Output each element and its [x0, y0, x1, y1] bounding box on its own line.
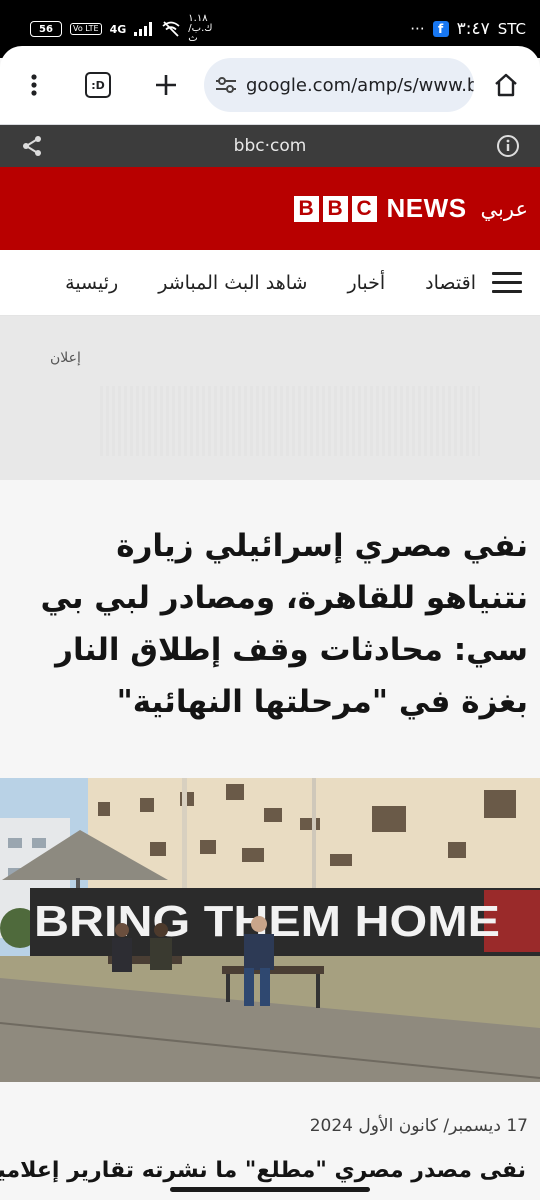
article-headline: نفي مصري إسرائيلي زيارة نتنياهو للقاهرة،…	[40, 528, 528, 720]
bbc-logo-block: C	[351, 195, 377, 222]
plus-icon	[156, 75, 176, 95]
bbc-logo-block: B	[293, 195, 319, 222]
info-button[interactable]	[496, 134, 520, 162]
address-bar[interactable]: google.com/amp/s/www.bbc	[204, 58, 474, 112]
share-icon	[23, 136, 41, 156]
status-right: ··· f ٣:٤٧ STC	[410, 19, 526, 39]
wifi-off-icon	[162, 21, 180, 37]
home-icon	[495, 73, 517, 97]
new-tab-button[interactable]	[146, 65, 186, 105]
ad-label: إعلان	[50, 350, 81, 366]
article-lead: نفى مصدر مصري "مطلع" ما نشرته تقارير إعل…	[0, 1158, 526, 1183]
share-button[interactable]	[20, 134, 44, 162]
article-photo: BRING THEM HOME	[0, 778, 540, 1082]
amp-domain[interactable]: bbc·com	[234, 136, 307, 156]
home-indicator[interactable]	[170, 1187, 370, 1192]
url-text: google.com/amp/s/www.bbc	[246, 74, 474, 96]
bbc-header: B B C NEWS عربي	[0, 167, 540, 250]
tab-switcher-button[interactable]: :D	[78, 65, 118, 105]
nav-fade	[0, 250, 40, 315]
nav-item-news[interactable]: أخبار	[347, 272, 385, 294]
browser-toolbar: :D google.com/amp/s/www.bbc	[0, 46, 540, 124]
advertisement: إعلان	[0, 316, 540, 480]
article-image: BRING THEM HOME	[0, 778, 540, 1082]
signal-icon	[134, 22, 153, 36]
tab-count: :D	[91, 78, 105, 92]
section-nav: رئيسية شاهد البث المباشر أخبار اقتصاد	[0, 250, 540, 316]
bbc-news-arabic-logo[interactable]: B B C NEWS عربي	[293, 193, 528, 224]
bbc-logo-arabic: عربي	[480, 196, 528, 221]
nav-list: رئيسية شاهد البث المباشر أخبار اقتصاد	[65, 250, 476, 315]
nav-item-home[interactable]: رئيسية	[65, 272, 118, 294]
nav-item-economy[interactable]: اقتصاد	[425, 272, 476, 294]
site-settings-icon	[216, 77, 236, 93]
data-speed: ١.١٨ ك.ب/ث	[188, 13, 213, 44]
info-icon	[497, 135, 519, 157]
home-button[interactable]	[486, 65, 526, 105]
bbc-logo-block: B	[322, 195, 348, 222]
bbc-logo-news: NEWS	[386, 193, 467, 223]
ad-placeholder	[100, 386, 480, 456]
tab-switcher-icon: :D	[85, 72, 111, 98]
facebook-icon: f	[432, 21, 449, 37]
battery-level: 56	[39, 23, 53, 35]
more-dots: ···	[410, 20, 425, 38]
amp-header: bbc·com	[0, 125, 540, 167]
hamburger-menu-icon[interactable]	[492, 272, 522, 299]
menu-button[interactable]	[14, 65, 54, 105]
kebab-menu-icon	[31, 74, 37, 96]
status-left: 56 Vo LTE 4G ١.١٨ ك.ب/ث	[30, 13, 213, 44]
article-date: 17 ديسمبر/ كانون الأول 2024	[309, 1116, 528, 1136]
clock: ٣:٤٧	[456, 19, 490, 39]
nav-item-live[interactable]: شاهد البث المباشر	[158, 272, 307, 294]
network-type: 4G	[109, 22, 127, 36]
battery-icon: 56	[30, 21, 62, 37]
carrier: STC	[497, 20, 526, 38]
volte-icon: Vo LTE	[70, 23, 102, 35]
